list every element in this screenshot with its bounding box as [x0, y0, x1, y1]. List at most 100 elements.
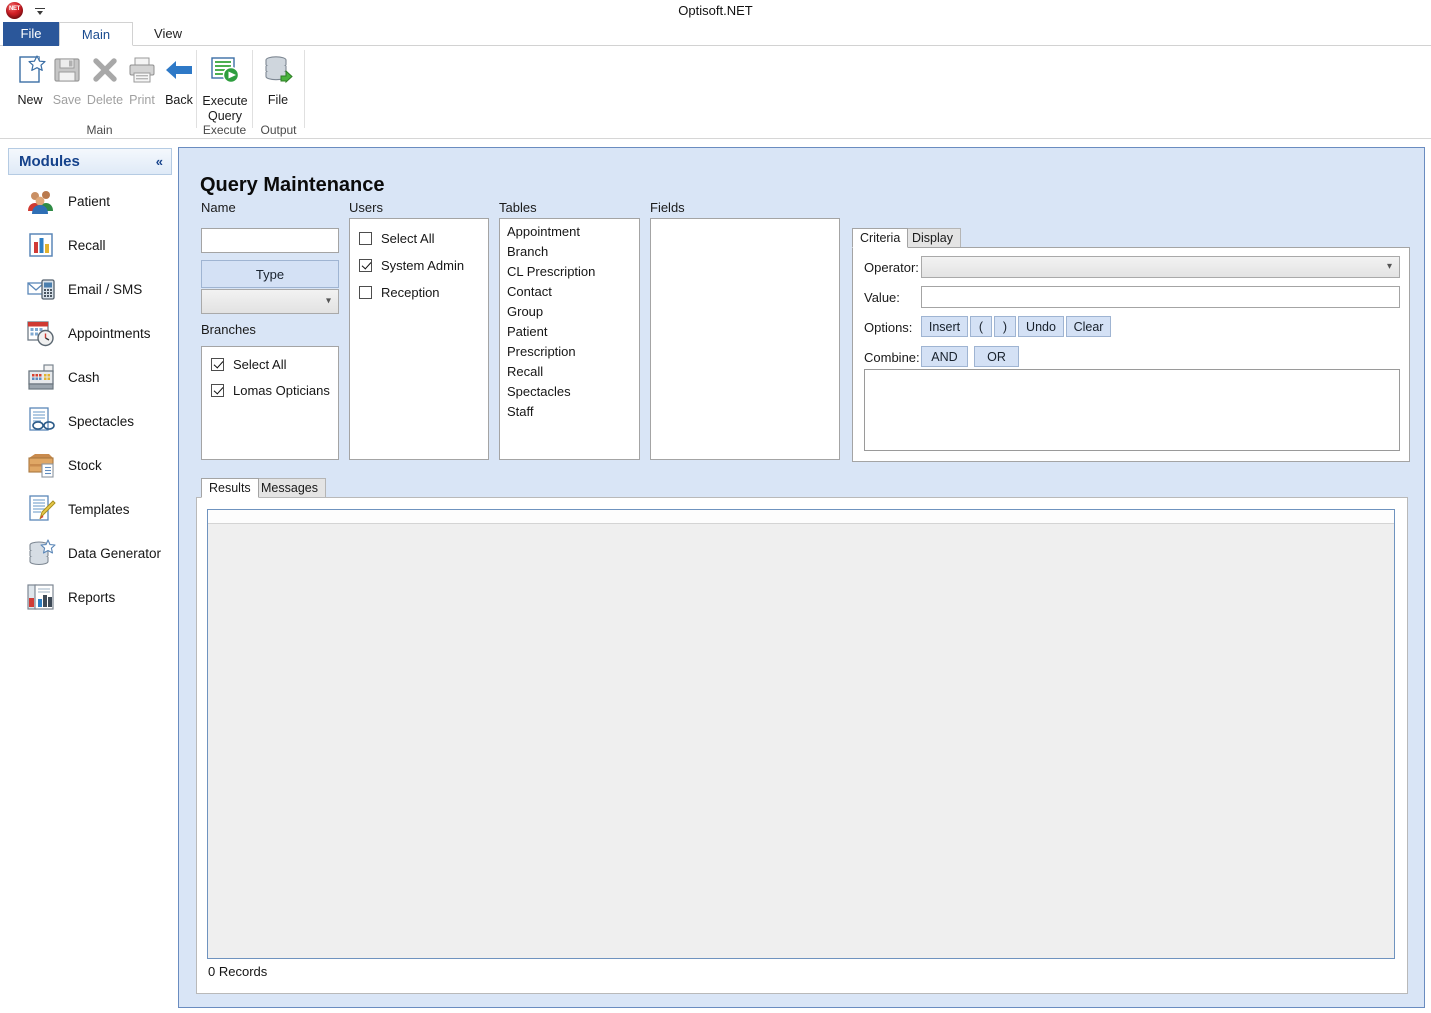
user-system-admin-checkbox[interactable] [359, 258, 372, 272]
sidebar-item-recall-label: Recall [68, 237, 106, 253]
collapse-sidebar-icon[interactable]: « [156, 154, 163, 169]
user-system-admin-row[interactable]: System Admin [350, 253, 488, 277]
table-row[interactable]: Recall [500, 362, 639, 382]
sidebar-item-cash[interactable]: Cash [8, 355, 172, 399]
sidebar-item-appointments-label: Appointments [68, 325, 151, 341]
clear-button[interactable]: Clear [1066, 316, 1111, 337]
execute-query-button-label: Execute Query [202, 94, 248, 123]
and-button[interactable]: AND [921, 346, 968, 367]
fields-label: Fields [650, 200, 685, 215]
sidebar-item-stock-label: Stock [68, 457, 102, 473]
branch-lomas-checkbox[interactable] [211, 383, 224, 397]
fields-listbox[interactable] [650, 218, 840, 460]
undo-button[interactable]: Undo [1018, 316, 1064, 337]
name-label: Name [201, 200, 236, 215]
title-bar: Optisoft.NET [0, 0, 1431, 22]
branch-select-all-row[interactable]: Select All [202, 352, 338, 376]
sidebar-item-recall[interactable]: Recall [8, 223, 172, 267]
sidebar-item-email-sms[interactable]: Email / SMS [8, 267, 172, 311]
users-label: Users [349, 200, 383, 215]
expression-textarea[interactable] [864, 369, 1400, 451]
user-reception-row[interactable]: Reception [350, 280, 488, 304]
criteria-panel: Operator: ▾ Value: Options: Insert ( ) U… [852, 247, 1410, 462]
table-row[interactable]: CL Prescription [500, 262, 639, 282]
sidebar-item-stock[interactable]: Stock [8, 443, 172, 487]
type-combo[interactable]: ▾ [201, 289, 339, 314]
table-row[interactable]: Branch [500, 242, 639, 262]
modules-list: Patient Recall Email / SMS Appointments … [8, 179, 172, 619]
tab-file[interactable]: File [3, 22, 59, 46]
sidebar-item-data-generator-label: Data Generator [68, 545, 162, 561]
user-reception-checkbox[interactable] [359, 285, 372, 299]
ribbon-group-execute: Execute Query Execute [197, 46, 252, 139]
open-paren-button[interactable]: ( [970, 316, 992, 337]
branches-listbox[interactable]: Select All Lomas Opticians [201, 346, 339, 460]
operator-label: Operator: [864, 260, 919, 275]
email-phone-icon [26, 274, 56, 304]
ribbon-group-execute-label: Execute [202, 123, 247, 137]
people-icon [26, 186, 56, 216]
sidebar-item-reports[interactable]: Reports [8, 575, 172, 619]
name-input[interactable] [201, 228, 339, 253]
table-row[interactable]: Appointment [500, 222, 639, 242]
sidebar-item-data-generator[interactable]: Data Generator [8, 531, 172, 575]
criteria-tab-strip: Criteria Display [852, 228, 1412, 248]
insert-button[interactable]: Insert [921, 316, 968, 337]
main-content-panel: Query Maintenance Name Type ▾ Branches S… [178, 147, 1425, 1008]
branch-select-all-checkbox[interactable] [211, 357, 224, 371]
database-star-icon [26, 538, 56, 568]
tables-listbox[interactable]: Appointment Branch CL Prescription Conta… [499, 218, 640, 460]
branch-lomas-label: Lomas Opticians [233, 382, 330, 398]
sidebar-item-spectacles[interactable]: Spectacles [8, 399, 172, 443]
modules-header: Modules « [8, 148, 172, 175]
sidebar-item-reports-label: Reports [68, 589, 116, 605]
results-tab-strip: Results Messages [201, 478, 501, 498]
or-button[interactable]: OR [974, 346, 1019, 367]
tab-messages[interactable]: Messages [253, 478, 326, 498]
file-output-button[interactable]: File [254, 50, 302, 107]
page-title: Query Maintenance [200, 174, 385, 197]
ribbon-group-main: New Save Delete Print Back Main [3, 46, 196, 139]
branch-lomas-row[interactable]: Lomas Opticians [202, 378, 338, 402]
execute-query-button[interactable]: Execute Query [194, 50, 256, 124]
ribbon-separator-3 [304, 50, 305, 128]
app-title: Optisoft.NET [678, 3, 753, 18]
sidebar-item-email-sms-label: Email / SMS [68, 281, 143, 297]
user-select-all-row[interactable]: Select All [350, 226, 488, 250]
chevron-down-icon: ▾ [1386, 261, 1392, 272]
value-label: Value: [864, 290, 900, 305]
table-row[interactable]: Group [500, 302, 639, 322]
operator-combo[interactable]: ▾ [921, 256, 1400, 278]
ribbon: New Save Delete Print Back Main Execute … [0, 46, 1431, 139]
sidebar-item-appointments[interactable]: Appointments [8, 311, 172, 355]
records-status: 0 Records [208, 964, 268, 979]
table-row[interactable]: Spectacles [500, 382, 639, 402]
modules-sidebar: Modules « Patient Recall Email / SMS App… [8, 148, 172, 1008]
type-button[interactable]: Type [201, 260, 339, 288]
value-input[interactable] [921, 286, 1400, 308]
tables-label: Tables [499, 200, 537, 215]
table-row[interactable]: Staff [500, 402, 639, 422]
tab-view[interactable]: View [133, 22, 203, 46]
database-export-icon [254, 50, 302, 90]
users-listbox[interactable]: Select All System Admin Reception [349, 218, 489, 460]
document-pencil-icon [26, 494, 56, 524]
close-paren-button[interactable]: ) [994, 316, 1016, 337]
ribbon-group-output-label: Output [260, 123, 297, 137]
sidebar-item-templates-label: Templates [68, 501, 130, 517]
tab-results[interactable]: Results [201, 478, 259, 498]
stock-box-icon [26, 450, 56, 480]
branches-label: Branches [201, 322, 256, 337]
user-select-all-checkbox[interactable] [359, 231, 372, 245]
tab-main[interactable]: Main [59, 22, 133, 46]
table-row[interactable]: Contact [500, 282, 639, 302]
tab-criteria[interactable]: Criteria [852, 228, 909, 248]
results-grid[interactable] [207, 509, 1395, 959]
table-row[interactable]: Patient [500, 322, 639, 342]
table-row[interactable]: Prescription [500, 342, 639, 362]
tab-display[interactable]: Display [904, 228, 961, 248]
sidebar-item-patient[interactable]: Patient [8, 179, 172, 223]
ribbon-tab-strip: File Main View [0, 22, 1431, 46]
sidebar-item-templates[interactable]: Templates [8, 487, 172, 531]
ribbon-group-output: File Output [253, 46, 304, 139]
